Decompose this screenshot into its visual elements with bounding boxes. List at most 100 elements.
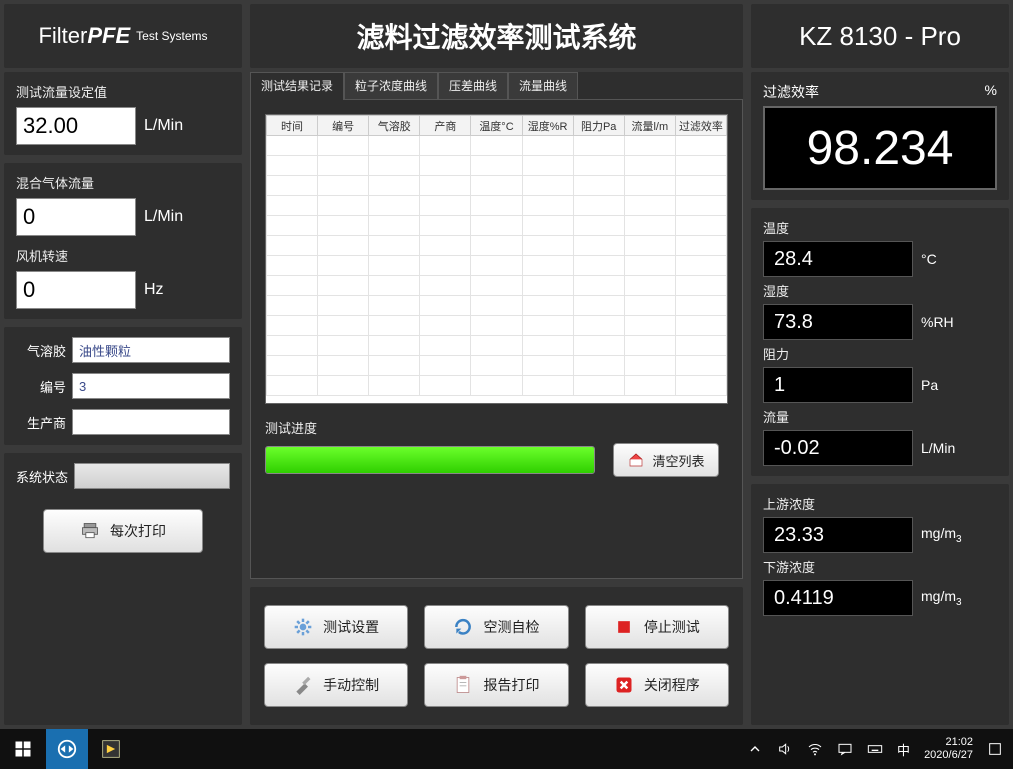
close-icon <box>614 675 634 695</box>
stop-icon <box>614 617 634 637</box>
fan-speed-unit: Hz <box>144 281 164 299</box>
table-header: 编号 <box>318 116 369 136</box>
brand-sub: Test Systems <box>136 29 207 43</box>
report-button[interactable]: 报告打印 <box>424 663 568 707</box>
flow-value: -0.02 <box>763 430 913 466</box>
results-table[interactable]: 时间编号气溶胶产商温度°C湿度%R阻力Pa流量l/m过滤效率 <box>265 114 728 404</box>
taskbar[interactable]: 中 21:02 2020/6/27 <box>0 729 1013 769</box>
tab-flow-curve[interactable]: 流量曲线 <box>508 72 578 100</box>
clock-date: 2020/6/27 <box>924 749 973 762</box>
start-button[interactable] <box>2 729 44 769</box>
wifi-icon[interactable] <box>807 741 823 757</box>
downstream-value: 0.4119 <box>763 580 913 616</box>
flow-set-panel: 测试流量设定值 32.00 L/Min <box>4 72 242 155</box>
resist-value: 1 <box>763 367 913 403</box>
temp-value: 28.4 <box>763 241 913 277</box>
tab-body: 时间编号气溶胶产商温度°C湿度%R阻力Pa流量l/m过滤效率 测试进度 <box>250 99 743 579</box>
table-row[interactable] <box>267 136 727 156</box>
tab-pressure-curve[interactable]: 压差曲线 <box>438 72 508 100</box>
upstream-value: 23.33 <box>763 517 913 553</box>
table-row[interactable] <box>267 276 727 296</box>
manual-button[interactable]: 手动控制 <box>264 663 408 707</box>
table-row[interactable] <box>267 376 727 396</box>
table-row[interactable] <box>267 356 727 376</box>
table-row[interactable] <box>267 216 727 236</box>
brand-box: FilterPFE Test Systems <box>4 4 242 68</box>
humid-value: 73.8 <box>763 304 913 340</box>
flow-set-label: 测试流量设定值 <box>16 82 230 101</box>
printer-icon <box>80 521 100 541</box>
taskbar-app-labview[interactable] <box>90 729 132 769</box>
eff-label: 过滤效率 <box>763 82 819 102</box>
efficiency-panel: 过滤效率 % 98.234 <box>751 72 1009 200</box>
clear-list-button[interactable]: 清空列表 <box>613 443 719 477</box>
clock-time: 21:02 <box>924 736 973 749</box>
table-header: 温度°C <box>471 116 522 136</box>
settings-button[interactable]: 测试设置 <box>264 605 408 649</box>
table-row[interactable] <box>267 156 727 176</box>
notifications-icon[interactable] <box>987 741 1003 757</box>
flow-label: 流量 <box>763 407 997 426</box>
clock[interactable]: 21:02 2020/6/27 <box>924 736 973 762</box>
messages-icon[interactable] <box>837 741 853 757</box>
aerosol-label: 气溶胶 <box>16 341 66 360</box>
table-header: 时间 <box>267 116 318 136</box>
table-row[interactable] <box>267 316 727 336</box>
model-label: KZ 8130 - Pro <box>751 4 1009 68</box>
fan-speed-input[interactable]: 0 <box>16 271 136 309</box>
table-header: 气溶胶 <box>369 116 420 136</box>
progress-fill <box>266 447 594 473</box>
table-row[interactable] <box>267 236 727 256</box>
downstream-label: 下游浓度 <box>763 557 997 576</box>
mix-flow-input[interactable]: 0 <box>16 198 136 236</box>
keyboard-icon[interactable] <box>867 741 883 757</box>
tab-particle-curve[interactable]: 粒子浓度曲线 <box>344 72 438 100</box>
serial-label: 编号 <box>16 377 66 396</box>
clipboard-icon <box>453 675 473 695</box>
center-top-panel: 测试结果记录 粒子浓度曲线 压差曲线 流量曲线 时间编号气溶胶产商温度°C湿度%… <box>250 72 743 579</box>
home-icon <box>628 452 644 468</box>
table-row[interactable] <box>267 176 727 196</box>
action-panel: 测试设置 空测自检 停止测试 手动控制 <box>250 587 743 725</box>
tab-bar: 测试结果记录 粒子浓度曲线 压差曲线 流量曲线 <box>250 72 743 100</box>
tray-chevron-icon[interactable] <box>747 741 763 757</box>
flow-unit: L/Min <box>921 440 955 456</box>
humid-unit: %RH <box>921 314 954 330</box>
resist-label: 阻力 <box>763 344 997 363</box>
taskbar-app-teamviewer[interactable] <box>46 729 88 769</box>
app-title: 滤料过滤效率测试系统 <box>250 4 743 68</box>
upstream-unit: mg/m3 <box>921 525 962 545</box>
clear-list-label: 清空列表 <box>652 451 704 470</box>
mix-flow-label: 混合气体流量 <box>16 173 230 192</box>
table-header: 湿度%R <box>522 116 573 136</box>
stop-button[interactable]: 停止测试 <box>585 605 729 649</box>
table-row[interactable] <box>267 336 727 356</box>
flow-set-input[interactable]: 32.00 <box>16 107 136 145</box>
meta-panel: 气溶胶 油性颗粒 编号 3 生产商 <box>4 327 242 445</box>
vendor-label: 生产商 <box>16 413 66 432</box>
table-row[interactable] <box>267 196 727 216</box>
close-button[interactable]: 关闭程序 <box>585 663 729 707</box>
ime-indicator[interactable]: 中 <box>897 740 910 759</box>
status-panel: 系统状态 每次打印 <box>4 453 242 725</box>
refresh-icon <box>453 617 473 637</box>
eff-value: 98.234 <box>763 106 997 190</box>
fan-speed-label: 风机转速 <box>16 246 230 265</box>
progress-label: 测试进度 <box>265 418 728 437</box>
aerosol-input[interactable]: 油性颗粒 <box>72 337 230 363</box>
brand-part2: PFE <box>87 23 130 49</box>
table-row[interactable] <box>267 296 727 316</box>
table-row[interactable] <box>267 256 727 276</box>
tools-icon <box>293 675 313 695</box>
volume-icon[interactable] <box>777 741 793 757</box>
print-each-button[interactable]: 每次打印 <box>43 509 203 553</box>
vendor-input[interactable] <box>72 409 230 435</box>
table-header: 阻力Pa <box>573 116 624 136</box>
selfcheck-button[interactable]: 空测自检 <box>424 605 568 649</box>
table-header: 产商 <box>420 116 471 136</box>
upstream-label: 上游浓度 <box>763 494 997 513</box>
serial-input[interactable]: 3 <box>72 373 230 399</box>
eff-unit: % <box>985 82 997 102</box>
tab-results[interactable]: 测试结果记录 <box>250 72 344 100</box>
resist-unit: Pa <box>921 377 938 393</box>
